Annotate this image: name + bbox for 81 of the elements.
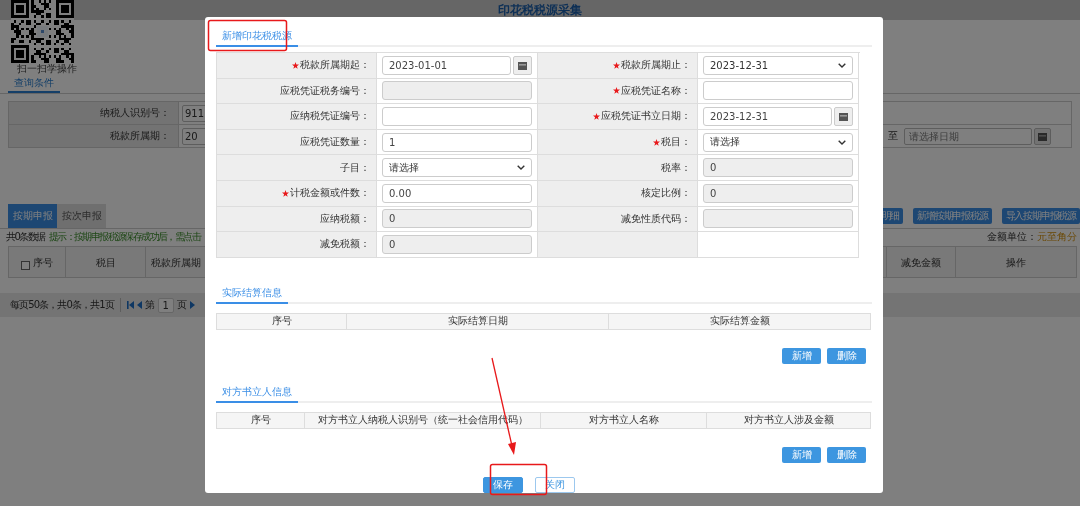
- select-value: 请选择: [710, 135, 740, 150]
- table-action-button[interactable]: 删除: [827, 447, 866, 463]
- page-label: 第: [144, 298, 155, 312]
- table-action-button[interactable]: 新增: [782, 347, 821, 364]
- column-header: 对方书立人名称: [588, 413, 659, 428]
- date-field[interactable]: 2023-01-01: [382, 55, 511, 75]
- tab[interactable]: 按次申报: [57, 204, 106, 228]
- readonly-field[interactable]: 0: [382, 234, 532, 254]
- pager-summary: 每页50条，共0条，共1页: [10, 298, 114, 312]
- calendar-icon: [518, 60, 527, 70]
- text-field[interactable]: 1: [382, 132, 532, 152]
- readonly-field[interactable]: 0: [703, 158, 853, 178]
- form-label: 应税凭证税务编号：: [280, 83, 370, 98]
- amount-unit-value: 元至角分: [1037, 230, 1077, 243]
- readonly-field[interactable]: 0: [703, 183, 853, 203]
- column-header: 序号: [250, 413, 271, 428]
- record-count: 共0条数据: [6, 230, 45, 243]
- save-button[interactable]: 保存: [483, 477, 523, 493]
- table-action-button[interactable]: 新增: [782, 447, 821, 463]
- tab[interactable]: 对方书立人信息: [216, 381, 298, 403]
- form-label: 核定比例：: [641, 186, 691, 201]
- calendar-button[interactable]: [834, 107, 853, 126]
- field-label: 至: [888, 129, 898, 143]
- column-header: 税目: [95, 256, 116, 270]
- page-number-field[interactable]: 1: [157, 297, 174, 313]
- text-field[interactable]: [703, 81, 853, 101]
- amount-unit-label: 金额单位：: [987, 230, 1037, 243]
- form-label: 应纳税额：: [320, 211, 370, 226]
- form-label: 子目：: [340, 160, 370, 175]
- column-header: 实际结算金额: [709, 314, 770, 329]
- field-label: 税款所属期：: [110, 129, 170, 143]
- checkbox[interactable]: [21, 261, 30, 270]
- calendar-button[interactable]: [513, 55, 532, 75]
- form-label: 减免性质代码：: [621, 211, 691, 226]
- action-button[interactable]: 新增按期申报税源: [913, 208, 992, 224]
- form-label: 税款所属期起：: [300, 58, 370, 73]
- next-page-icon[interactable]: [189, 301, 195, 309]
- action-button[interactable]: 导入按期申报税源: [1001, 208, 1080, 224]
- form-label: 应税凭证名称：: [621, 83, 691, 98]
- select-value: 2023-12-31: [710, 59, 769, 71]
- tab[interactable]: 实际结算信息: [216, 282, 288, 304]
- calendar-icon: [839, 112, 848, 121]
- readonly-field[interactable]: 0: [382, 209, 532, 229]
- form-label: 减免税额：: [320, 237, 370, 252]
- form-label: 税目：: [661, 135, 691, 150]
- date-field[interactable]: 2023-12-31: [703, 107, 832, 126]
- chevron-down-icon: [517, 165, 525, 171]
- tab[interactable]: 按期申报: [8, 204, 57, 228]
- query-tab[interactable]: 查询条件: [8, 76, 60, 93]
- column-header: 税款所属期: [151, 256, 201, 270]
- form-label: 税率：: [661, 160, 691, 175]
- column-header: 减免金额: [901, 256, 941, 270]
- chevron-down-icon: [838, 62, 846, 68]
- column-header: 操作: [1006, 256, 1026, 270]
- column-header: 序号: [33, 256, 53, 270]
- text-field[interactable]: [382, 107, 532, 126]
- column-header: 实际结算日期: [447, 314, 508, 329]
- previous-page-icon[interactable]: [136, 301, 142, 309]
- text-field[interactable]: 0.00: [382, 183, 532, 203]
- readonly-field[interactable]: [382, 81, 532, 101]
- field-label: 纳税人识别号：: [100, 106, 170, 120]
- form-label: 计税金额或件数：: [290, 186, 370, 201]
- form-label: 应税凭证数量：: [300, 135, 370, 150]
- calendar-icon: [1038, 131, 1047, 141]
- form-label: 应税凭证书立日期：: [601, 109, 691, 124]
- column-header: 对方书立人涉及金额: [743, 413, 834, 428]
- column-header: 序号: [271, 314, 292, 329]
- chevron-down-icon: [838, 139, 846, 145]
- select-field[interactable]: 请选择: [382, 158, 532, 178]
- select-field[interactable]: 2023-12-31: [703, 55, 853, 75]
- page-title: 印花税税源采集: [498, 1, 582, 19]
- calendar-button[interactable]: [1034, 127, 1051, 145]
- form-label: 税款所属期止：: [621, 58, 691, 73]
- select-value: 请选择: [389, 160, 419, 175]
- table-action-button[interactable]: 删除: [827, 347, 866, 364]
- first-page-icon[interactable]: [126, 301, 134, 309]
- hint-text: 提示：按期申报税源保存成功后，需点击: [48, 230, 201, 243]
- form-label: 应纳税凭证编号：: [290, 109, 370, 124]
- page-label: 页: [176, 298, 187, 312]
- readonly-field[interactable]: [703, 209, 853, 229]
- select-field[interactable]: 请选择: [703, 132, 853, 152]
